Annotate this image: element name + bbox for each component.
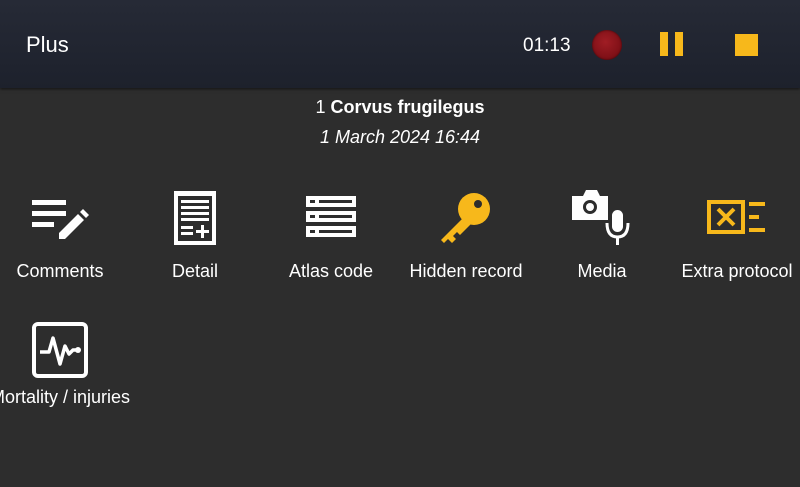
pause-icon[interactable]: [660, 32, 684, 56]
hidden-record-button[interactable]: Hidden record: [391, 190, 541, 300]
observation-datetime: 1 March 2024 16:44: [319, 127, 481, 147]
pause-bar-right: [675, 32, 683, 56]
extra-protocol-icon: [707, 200, 765, 234]
atlas-code-button[interactable]: Atlas code: [256, 190, 406, 300]
app-bar: Plus 01:13: [0, 0, 800, 88]
comments-button[interactable]: Comments: [0, 190, 135, 300]
detail-button[interactable]: Detail: [120, 190, 270, 300]
camera-microphone-icon: [572, 190, 630, 245]
observation-count: 1: [315, 97, 326, 117]
mortality-injuries-button[interactable]: Mortality / injuries: [0, 320, 135, 430]
observation-species-line: 1 Corvus frugilegus: [0, 96, 800, 118]
extra-protocol-button[interactable]: Extra protocol: [662, 190, 800, 300]
atlas-code-icon: [306, 196, 356, 237]
extra-protocol-label: Extra protocol: [681, 261, 793, 281]
mortality-injuries-label: Mortality / injuries: [0, 387, 131, 407]
media-button[interactable]: Media: [527, 190, 677, 300]
app-title: Plus: [26, 32, 69, 57]
record-icon[interactable]: [592, 30, 622, 60]
comments-icon: [32, 200, 89, 239]
recording-timer: 01:13: [523, 35, 571, 56]
stop-icon[interactable]: [735, 34, 758, 56]
pause-bar-left: [660, 32, 668, 56]
species-name: Corvus frugilegus: [330, 97, 485, 117]
key-icon: [441, 193, 490, 243]
mortality-icon: [32, 322, 88, 378]
detail-icon: [174, 191, 216, 245]
